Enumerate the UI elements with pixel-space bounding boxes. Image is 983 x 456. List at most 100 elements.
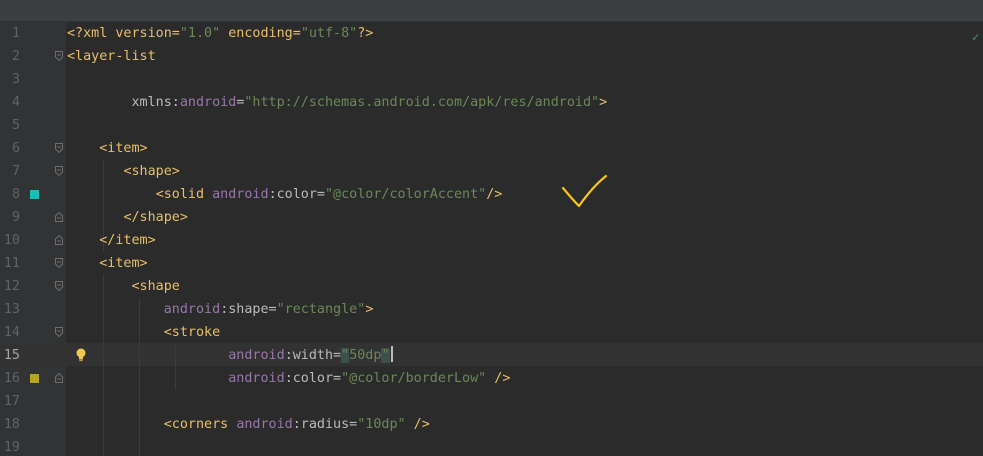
code-token: > [599, 95, 608, 110]
code-token: "rectangle" [276, 302, 366, 317]
line-number[interactable]: 16 [0, 367, 20, 390]
fold-collapse-icon[interactable] [55, 143, 63, 153]
code-line[interactable]: 9 </shape> [0, 206, 983, 229]
code-line[interactable]: 18 <corners android:radius="10dp" /> [0, 413, 983, 436]
code-line[interactable]: 14 <stroke [0, 321, 983, 344]
fold-end-icon[interactable] [55, 373, 63, 383]
code-text[interactable]: <stroke [67, 321, 220, 344]
code-token: "http://schemas.android.com/apk/res/andr… [244, 95, 600, 110]
code-line[interactable]: 13 android:shape="rectangle"> [0, 298, 983, 321]
code-token: android [236, 417, 293, 432]
line-number[interactable]: 12 [0, 275, 20, 298]
line-number[interactable]: 14 [0, 321, 20, 344]
code-line[interactable]: 10 </item> [0, 229, 983, 252]
code-line[interactable]: 8 <solid android:color="@color/colorAcce… [0, 183, 983, 206]
line-number[interactable]: 13 [0, 298, 20, 321]
line-number[interactable]: 9 [0, 206, 20, 229]
code-line[interactable]: 16 android:color="@color/borderLow" /> [0, 367, 983, 390]
code-token: :shape= [220, 302, 277, 317]
code-text[interactable]: android:shape="rectangle"> [67, 298, 374, 321]
code-token: <layer-list [67, 49, 156, 64]
code-token: <?xml version= [67, 26, 180, 41]
line-number[interactable]: 5 [0, 114, 20, 137]
code-text[interactable]: <item> [67, 252, 147, 275]
code-line[interactable]: 19 [0, 436, 983, 456]
line-number[interactable]: 15 [0, 344, 20, 367]
code-token: encoding= [220, 26, 301, 41]
fold-collapse-icon[interactable] [55, 258, 63, 268]
code-line[interactable]: 15 android:width="50dp" [0, 344, 983, 367]
line-number[interactable]: 18 [0, 413, 20, 436]
code-line[interactable]: 17 [0, 390, 983, 413]
code-text[interactable]: </item> [67, 229, 155, 252]
code-line[interactable]: 7 <shape> [0, 160, 983, 183]
code-text[interactable]: <corners android:radius="10dp" /> [67, 413, 430, 436]
fold-collapse-icon[interactable] [55, 327, 63, 337]
line-number[interactable]: 19 [0, 436, 20, 456]
fold-end-icon[interactable] [55, 235, 63, 245]
code-line[interactable]: 2 <layer-list [0, 45, 983, 68]
text-cursor [390, 346, 393, 362]
fold-collapse-icon[interactable] [55, 51, 63, 61]
fold-collapse-icon[interactable] [55, 166, 63, 176]
code-token: :radius= [292, 417, 358, 432]
code-line[interactable]: 4 xmlns:android="http://schemas.android.… [0, 91, 983, 114]
code-token: 50dp [349, 348, 382, 363]
line-number[interactable]: 4 [0, 91, 20, 114]
code-token: " [381, 348, 390, 363]
code-token: :color= [268, 187, 325, 202]
line-number[interactable]: 2 [0, 45, 20, 68]
code-token: /> [405, 417, 430, 432]
code-token: /> [486, 187, 503, 202]
code-line[interactable]: 1 <?xml version="1.0" encoding="utf-8"?> [0, 22, 983, 45]
code-line[interactable]: 12 <shape [0, 275, 983, 298]
code-lines[interactable]: 1 <?xml version="1.0" encoding="utf-8"?> 2… [0, 22, 983, 456]
code-text[interactable]: <shape> [67, 160, 179, 183]
code-token: ?> [357, 26, 374, 41]
code-editor[interactable]: 1 <?xml version="1.0" encoding="utf-8"?> 2… [0, 0, 983, 456]
code-token: :width= [284, 348, 342, 363]
code-text[interactable]: </shape> [67, 206, 188, 229]
code-line[interactable]: 6 <item> [0, 137, 983, 160]
fold-collapse-icon[interactable] [55, 281, 63, 291]
line-number[interactable]: 10 [0, 229, 20, 252]
code-text[interactable]: <shape [67, 275, 180, 298]
code-token: android [179, 95, 237, 110]
code-text[interactable]: <item> [67, 137, 147, 160]
line-number[interactable]: 8 [0, 183, 20, 206]
line-number[interactable]: 7 [0, 160, 20, 183]
line-number[interactable]: 6 [0, 137, 20, 160]
code-text[interactable]: <layer-list [67, 45, 156, 68]
code-text[interactable]: android:width="50dp" [67, 344, 393, 367]
color-swatch-icon[interactable] [30, 190, 39, 199]
code-token: </shape> [123, 210, 188, 225]
line-number[interactable]: 17 [0, 390, 20, 413]
code-line[interactable]: 3 [0, 68, 983, 91]
code-line[interactable]: 5 [0, 114, 983, 137]
check-icon[interactable]: ✓ [972, 31, 979, 43]
code-token: :color= [284, 371, 342, 386]
code-token: android [228, 348, 285, 363]
line-number[interactable]: 1 [0, 22, 20, 45]
code-text[interactable]: <?xml version="1.0" encoding="utf-8"?> [67, 22, 373, 45]
code-token: "@color/colorAccent" [325, 187, 487, 202]
code-text[interactable]: android:color="@color/borderLow" /> [67, 367, 510, 390]
code-token: "1.0" [179, 26, 221, 41]
code-text[interactable]: xmlns:android="http://schemas.android.co… [67, 91, 608, 114]
color-swatch-icon[interactable] [30, 374, 39, 383]
code-line[interactable]: 11 <item> [0, 252, 983, 275]
code-text[interactable]: <solid android:color="@color/colorAccent… [67, 183, 503, 206]
line-number[interactable]: 11 [0, 252, 20, 275]
code-token: "utf-8" [300, 26, 358, 41]
fold-end-icon[interactable] [55, 212, 63, 222]
line-number[interactable]: 3 [0, 68, 20, 91]
